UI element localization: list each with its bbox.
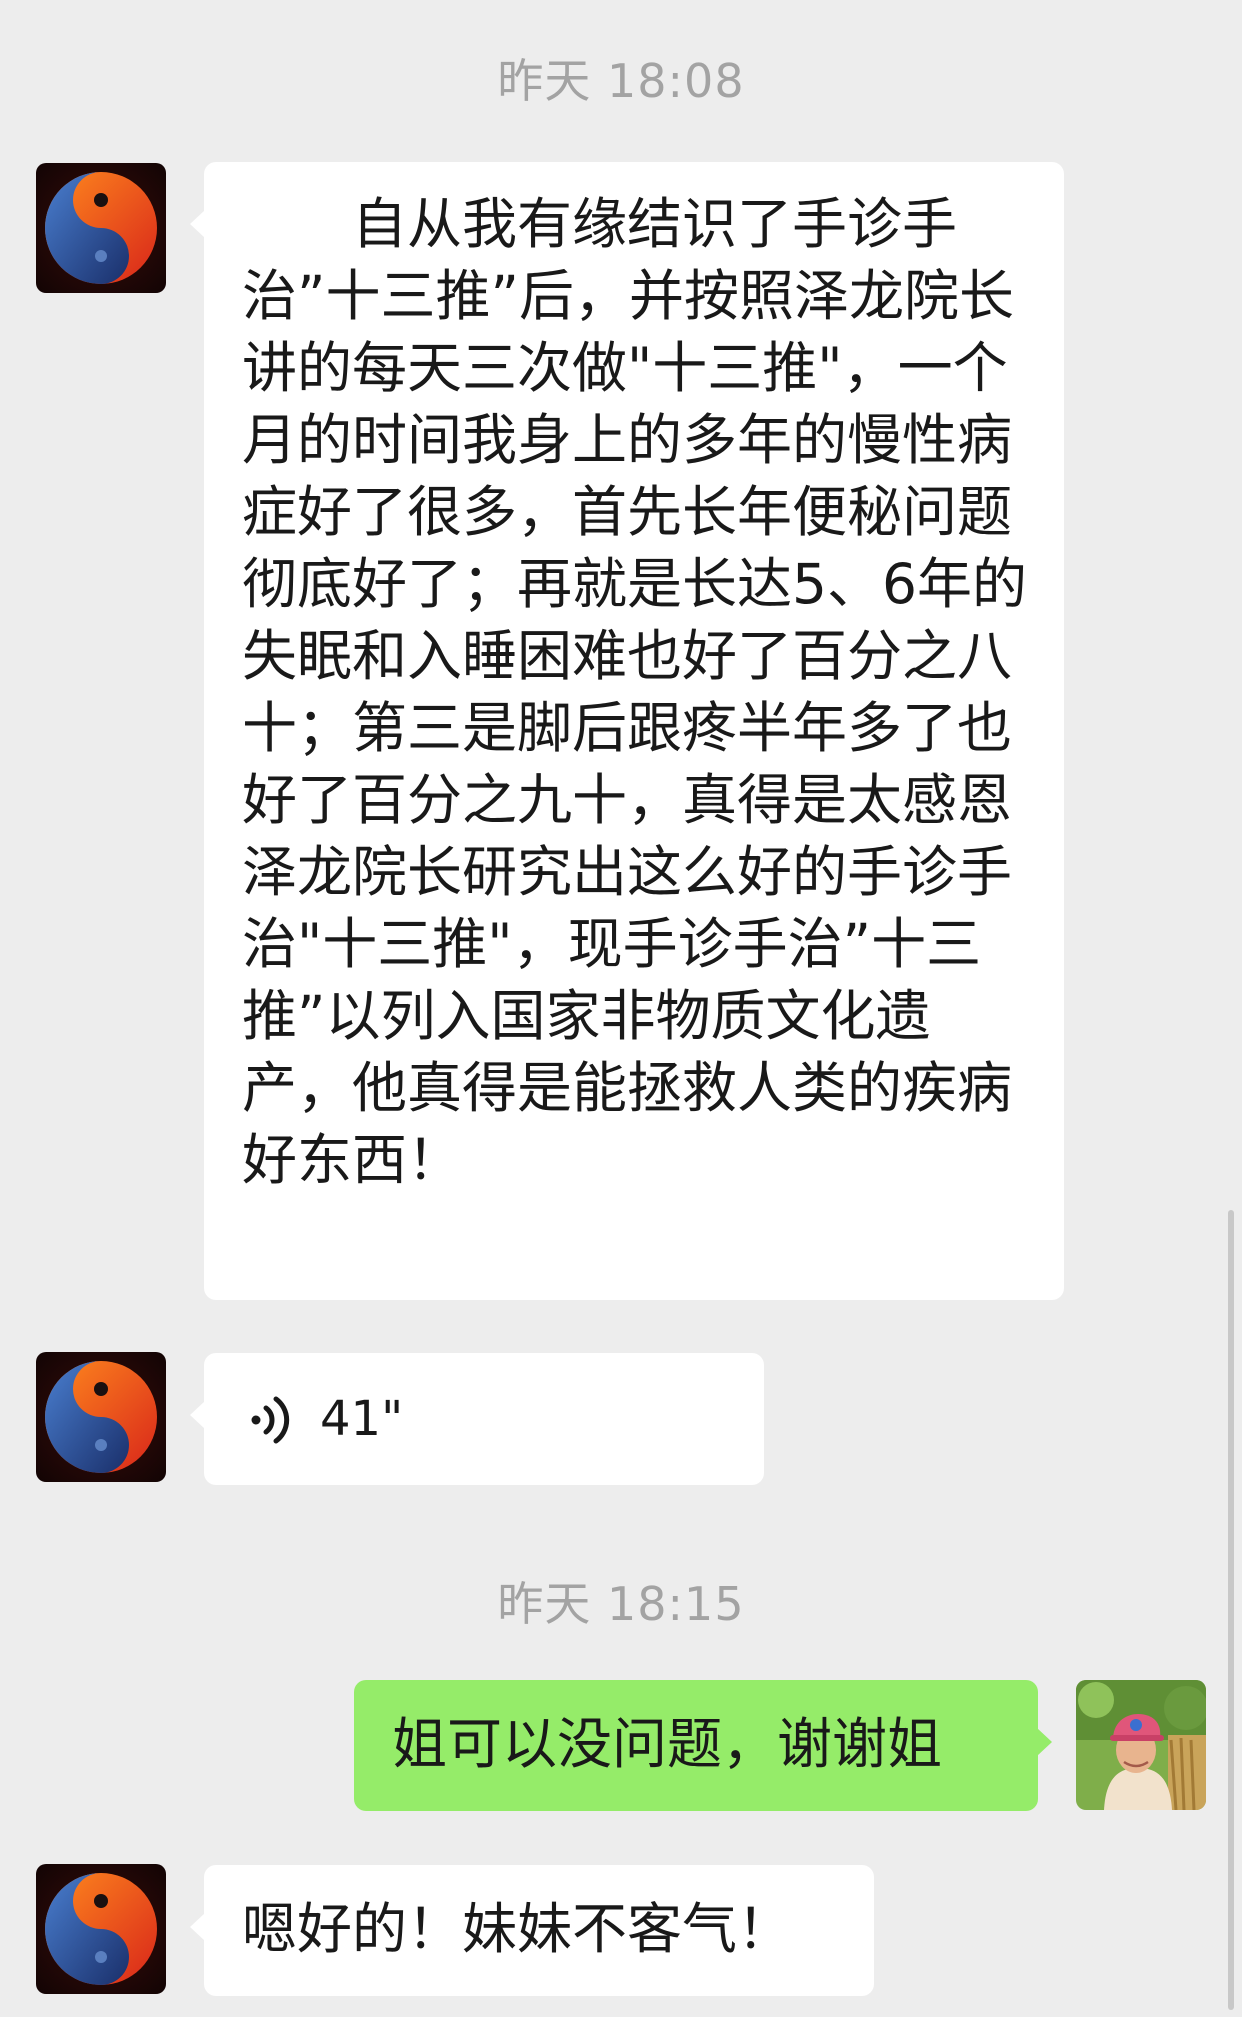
bubble-tail [190, 1913, 205, 1941]
message-text: 嗯好的！妹妹不客气！ [242, 1897, 793, 1961]
yin-yang-icon [36, 163, 166, 293]
contact-avatar[interactable] [36, 1864, 166, 1994]
timestamp: 昨天 18:08 [497, 54, 745, 108]
message-bubble-incoming[interactable]: 嗯好的！妹妹不客气！ [190, 1865, 874, 1996]
bubble-tail [190, 210, 205, 238]
contact-avatar[interactable] [36, 1352, 166, 1482]
yin-yang-icon [36, 1864, 166, 1994]
message-bubble-outgoing[interactable]: 姐可以没问题，谢谢姐 [354, 1680, 1052, 1811]
contact-avatar[interactable] [36, 163, 166, 293]
voice-duration: 41" [320, 1391, 404, 1447]
message-text: 自从我有缘结识了手诊手治”十三推”后，并按照泽龙院长讲的每天三次做"十三推"，一… [242, 192, 1027, 1192]
voice-wave-icon [251, 1396, 290, 1444]
bubble-tail [1037, 1728, 1052, 1756]
user-photo [1076, 1680, 1206, 1810]
message-bubble-incoming[interactable]: 自从我有缘结识了手诊手治”十三推”后，并按照泽龙院长讲的每天三次做"十三推"，一… [190, 162, 1064, 1300]
message-text: 姐可以没问题，谢谢姐 [392, 1712, 943, 1776]
yin-yang-icon [36, 1352, 166, 1482]
my-avatar[interactable] [1076, 1680, 1206, 1810]
bubble-tail [190, 1401, 205, 1429]
scrollbar[interactable] [1228, 1210, 1234, 2010]
timestamp: 昨天 18:15 [497, 1577, 745, 1631]
voice-message-bubble[interactable]: 41" [190, 1353, 764, 1485]
